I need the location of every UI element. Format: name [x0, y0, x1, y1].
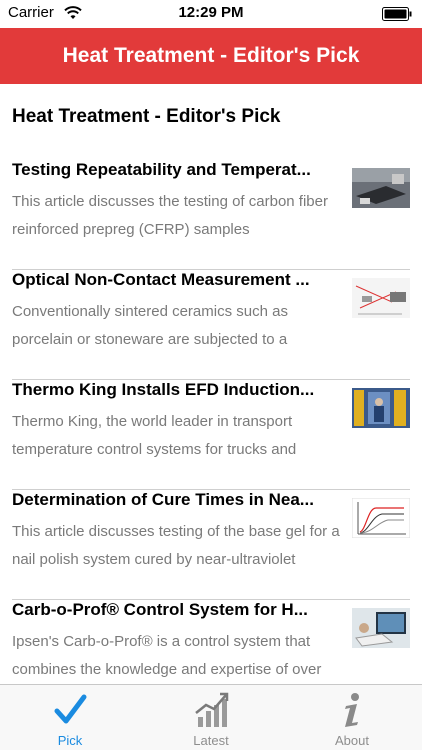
- status-time: 12:29 PM: [178, 4, 244, 21]
- tab-label: Latest: [193, 733, 229, 748]
- article-item[interactable]: Testing Repeatability and Temperat... Th…: [12, 160, 410, 270]
- article-item[interactable]: Carb-o-Prof® Control System for H... Ips…: [12, 600, 410, 684]
- status-bar: Carrier 12:29 PM: [0, 0, 422, 28]
- section-heading: Heat Treatment - Editor's Pick: [12, 106, 281, 127]
- battery-icon: [382, 7, 412, 21]
- navbar-title: Heat Treatment - Editor's Pick: [62, 44, 360, 67]
- article-title: Testing Repeatability and Temperat...: [12, 160, 311, 179]
- article-description: Thermo King, the world leader in transpo…: [12, 413, 297, 458]
- article-thumbnail: [352, 168, 410, 208]
- article-item[interactable]: Determination of Cure Times in Nea... Th…: [12, 490, 410, 600]
- tab-about[interactable]: About: [282, 685, 422, 750]
- article-thumbnail: [352, 388, 410, 428]
- article-list[interactable]: Heat Treatment - Editor's Pick Testing R…: [0, 84, 422, 684]
- article-title: Thermo King Installs EFD Induction...: [12, 380, 315, 399]
- article-item[interactable]: Optical Non-Contact Measurement ... Conv…: [12, 270, 410, 380]
- checkmark-icon: [54, 694, 87, 724]
- article-thumbnail: [352, 498, 410, 538]
- article-thumbnail: [352, 278, 410, 318]
- tab-label: About: [335, 733, 369, 748]
- article-title: Optical Non-Contact Measurement ...: [12, 270, 310, 289]
- tab-pick[interactable]: Pick: [0, 685, 140, 750]
- navigation-bar: Heat Treatment - Editor's Pick: [0, 28, 422, 84]
- article-description: This article discusses the testing of ca…: [12, 193, 328, 238]
- info-icon: [345, 693, 359, 727]
- tab-bar: Pick Latest About: [0, 684, 422, 750]
- article-description: Ipsen's Carb-o-Prof® is a control system…: [12, 633, 322, 678]
- article-description: Conventionally sintered ceramics such as…: [12, 303, 288, 348]
- article-title: Carb-o-Prof® Control System for H...: [12, 600, 308, 619]
- article-description: This article discusses testing of the ba…: [12, 523, 340, 568]
- article-thumbnail: [352, 608, 410, 648]
- article-title: Determination of Cure Times in Nea...: [12, 490, 314, 509]
- tab-latest[interactable]: Latest: [141, 685, 281, 750]
- tab-label: Pick: [57, 733, 83, 748]
- article-item[interactable]: Thermo King Installs EFD Induction... Th…: [12, 380, 410, 490]
- chart-icon: [195, 692, 229, 727]
